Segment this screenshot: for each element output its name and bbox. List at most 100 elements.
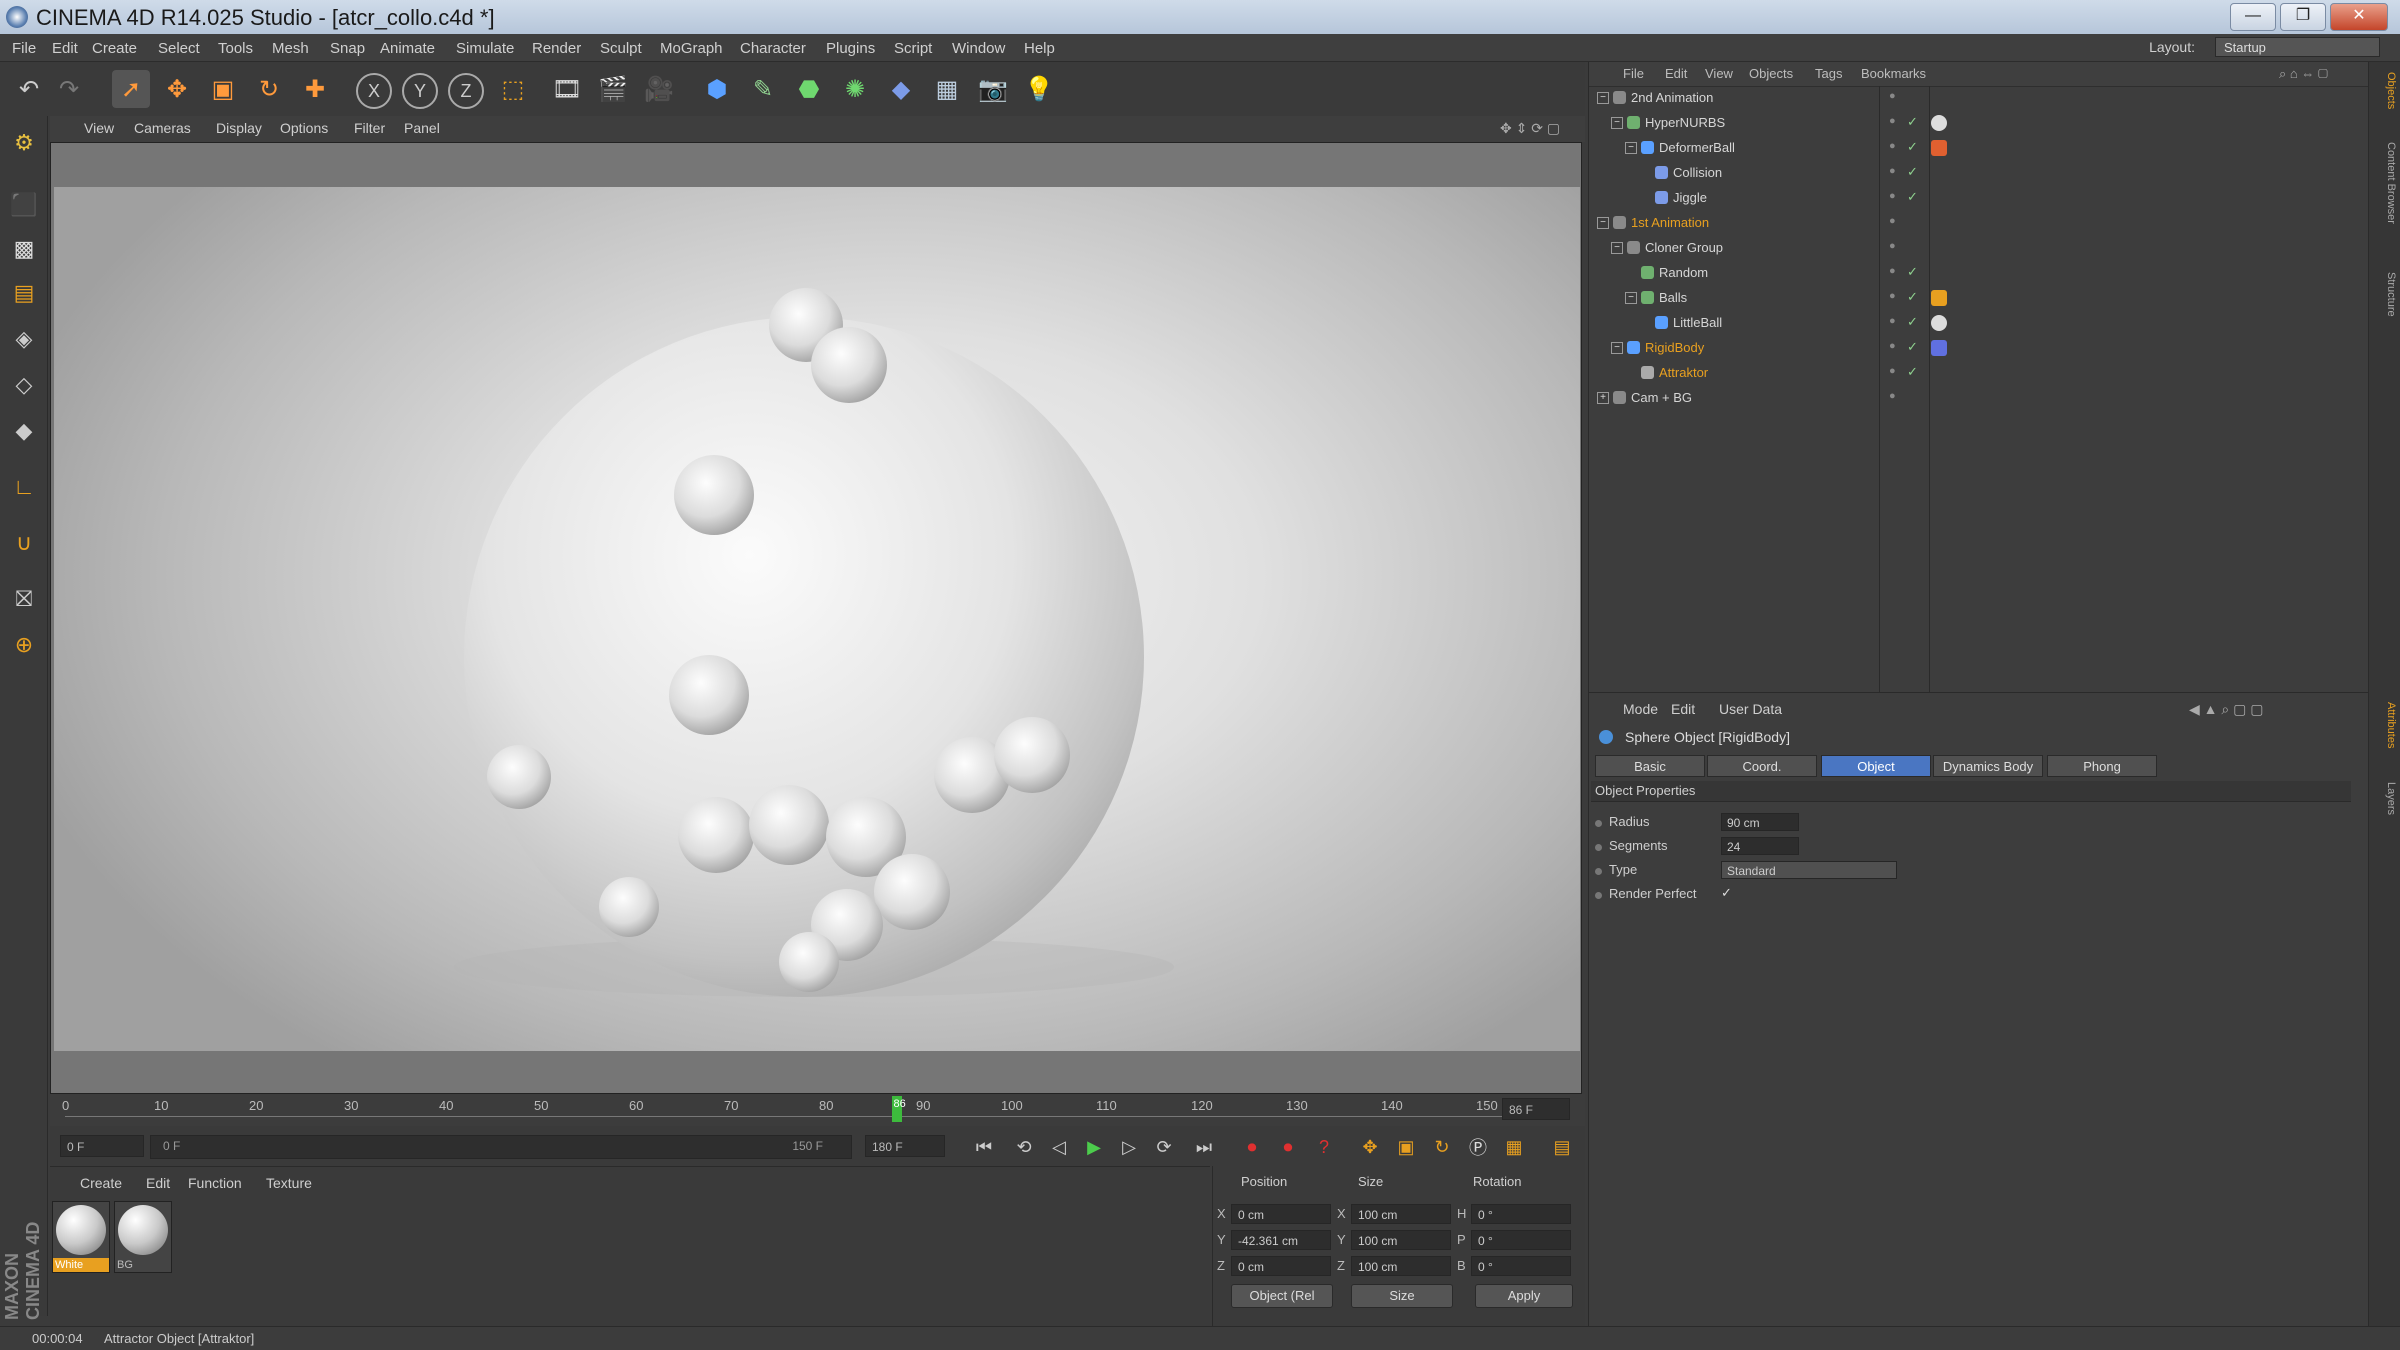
object-tag-icon[interactable] [1931, 115, 1947, 131]
little-ball[interactable] [487, 745, 551, 809]
menu-file[interactable]: File [12, 40, 36, 57]
viewport-menu-cameras[interactable]: Cameras [134, 120, 191, 136]
rot-h-field[interactable]: 0 ° [1471, 1204, 1571, 1224]
am-menu-user-data[interactable]: User Data [1719, 701, 1782, 717]
minimize-button[interactable]: — [2230, 3, 2276, 31]
expand-collapse-icon[interactable]: − [1625, 292, 1637, 304]
size-z-field[interactable]: 100 cm [1351, 1256, 1451, 1276]
scale-tool-icon[interactable]: ▣ [204, 70, 242, 108]
visibility-dot-icon[interactable]: ● [1889, 340, 1896, 352]
segments-field[interactable]: 24 [1721, 837, 1799, 855]
rot-p-field[interactable]: 0 ° [1471, 1230, 1571, 1250]
nurbs-icon[interactable]: ⬣ [790, 70, 828, 108]
om-menu-bookmarks[interactable]: Bookmarks [1861, 66, 1926, 81]
key-scale-icon[interactable]: ▣ [1392, 1133, 1420, 1161]
coordinate-mode-dropdown[interactable]: Object (Rel [1231, 1284, 1333, 1308]
keyframe-selection-icon[interactable]: ? [1310, 1133, 1338, 1161]
enabled-check-icon[interactable]: ✓ [1907, 264, 1918, 280]
little-ball[interactable] [669, 655, 749, 735]
little-ball[interactable] [678, 797, 754, 873]
render-settings-icon[interactable]: 🎥 [640, 70, 678, 108]
live-selection-icon[interactable]: ➚ [112, 70, 150, 108]
enabled-check-icon[interactable]: ✓ [1907, 289, 1918, 305]
object-name[interactable]: Balls [1659, 290, 1687, 305]
keyframe-dot-icon[interactable] [1595, 868, 1602, 875]
am-menu-mode[interactable]: Mode [1623, 701, 1658, 717]
rotate-tool-icon[interactable]: ↻ [250, 70, 288, 108]
expand-collapse-icon[interactable]: − [1611, 342, 1623, 354]
z-axis-lock-icon[interactable]: Z [448, 73, 484, 109]
om-menu-objects[interactable]: Objects [1749, 66, 1793, 81]
visibility-dot-icon[interactable]: ● [1889, 390, 1896, 402]
preview-range-slider[interactable]: 0 F 150 F [150, 1135, 852, 1159]
go-to-start-icon[interactable]: ⏮ [970, 1133, 998, 1161]
max-frame-field[interactable]: 180 F [865, 1135, 945, 1157]
visibility-dot-icon[interactable]: ● [1889, 140, 1896, 152]
deformer-ball[interactable] [464, 317, 1144, 997]
expand-collapse-icon[interactable]: − [1611, 242, 1623, 254]
viewport-menu-display[interactable]: Display [216, 120, 262, 136]
pos-x-field[interactable]: 0 cm [1231, 1204, 1331, 1224]
record-icon[interactable]: ⏺ [1238, 1133, 1266, 1161]
autokey-icon[interactable]: ⏺ [1274, 1133, 1302, 1161]
maximize-button[interactable]: ❐ [2280, 3, 2326, 31]
viewport-menu-view[interactable]: View [84, 120, 114, 136]
menu-mesh[interactable]: Mesh [272, 40, 309, 57]
material-white[interactable]: White [52, 1201, 110, 1273]
key-rotation-icon[interactable]: ↻ [1428, 1133, 1456, 1161]
vtab-layers[interactable]: Layers [2373, 782, 2397, 815]
object-name[interactable]: 1st Animation [1631, 215, 1709, 230]
little-ball[interactable] [811, 327, 887, 403]
snap-icon[interactable]: ⛝ [5, 580, 43, 618]
light-icon[interactable]: 💡 [1020, 70, 1058, 108]
keyframe-dot-icon[interactable] [1595, 892, 1602, 899]
object-row[interactable]: − Cloner Group ● [1589, 236, 2369, 261]
tab-dynamics-body[interactable]: Dynamics Body [1933, 755, 2043, 777]
render-area[interactable] [54, 187, 1580, 1051]
x-axis-lock-icon[interactable]: X [356, 73, 392, 109]
visibility-dot-icon[interactable]: ● [1889, 190, 1896, 202]
material-bg[interactable]: BG [114, 1201, 172, 1273]
object-row[interactable]: Random ● ✓ [1589, 261, 2369, 286]
visibility-dot-icon[interactable]: ● [1889, 215, 1896, 227]
move-tool-icon[interactable]: ✥ [158, 70, 196, 108]
object-name[interactable]: Cloner Group [1645, 240, 1723, 255]
render-view-icon[interactable]: 🎞 [548, 70, 586, 108]
visibility-dot-icon[interactable]: ● [1889, 265, 1896, 277]
object-row[interactable]: − Balls ● ✓ [1589, 286, 2369, 311]
tab-object[interactable]: Object [1821, 755, 1931, 777]
coordinate-system-icon[interactable]: ⬚ [494, 70, 532, 108]
little-ball[interactable] [874, 854, 950, 930]
keyframe-dot-icon[interactable] [1595, 844, 1602, 851]
next-key-icon[interactable]: ⟳ [1150, 1133, 1178, 1161]
menu-select[interactable]: Select [158, 40, 200, 57]
rot-b-field[interactable]: 0 ° [1471, 1256, 1571, 1276]
y-axis-lock-icon[interactable]: Y [402, 73, 438, 109]
cube-primitive-icon[interactable]: ⬢ [698, 70, 736, 108]
little-ball[interactable] [779, 932, 839, 992]
step-forward-icon[interactable]: ▷ [1115, 1133, 1143, 1161]
expand-collapse-icon[interactable]: + [1597, 392, 1609, 404]
go-to-end-icon[interactable]: ⏭ [1190, 1133, 1218, 1161]
om-menu-edit[interactable]: Edit [1665, 66, 1687, 81]
redo-icon[interactable]: ↷ [50, 70, 88, 108]
object-tag-icon[interactable] [1931, 315, 1947, 331]
timeline-track[interactable] [65, 1116, 1515, 1125]
apply-button[interactable]: Apply [1475, 1284, 1573, 1308]
menu-snap[interactable]: Snap [330, 40, 365, 57]
object-name[interactable]: 2nd Animation [1631, 90, 1713, 105]
camera-icon[interactable]: 📷 [974, 70, 1012, 108]
om-menu-view[interactable]: View [1705, 66, 1733, 81]
menu-mograph[interactable]: MoGraph [660, 40, 723, 57]
edges-mode-icon[interactable]: ◇ [5, 366, 43, 404]
expand-collapse-icon[interactable]: − [1597, 92, 1609, 104]
layout-dropdown[interactable]: Startup [2215, 37, 2380, 57]
pos-z-field[interactable]: 0 cm [1231, 1256, 1331, 1276]
am-navigation-icons[interactable]: ◀ ▲ ⌕ ▢ ▢ [2189, 701, 2263, 718]
key-parameter-icon[interactable]: Ⓟ [1464, 1133, 1492, 1161]
tweak-mode-icon[interactable]: ∪ [5, 524, 43, 562]
size-x-field[interactable]: 100 cm [1351, 1204, 1451, 1224]
enabled-check-icon[interactable]: ✓ [1907, 189, 1918, 205]
object-row[interactable]: Jiggle ● ✓ [1589, 186, 2369, 211]
render-picture-viewer-icon[interactable]: 🎬 [594, 70, 632, 108]
